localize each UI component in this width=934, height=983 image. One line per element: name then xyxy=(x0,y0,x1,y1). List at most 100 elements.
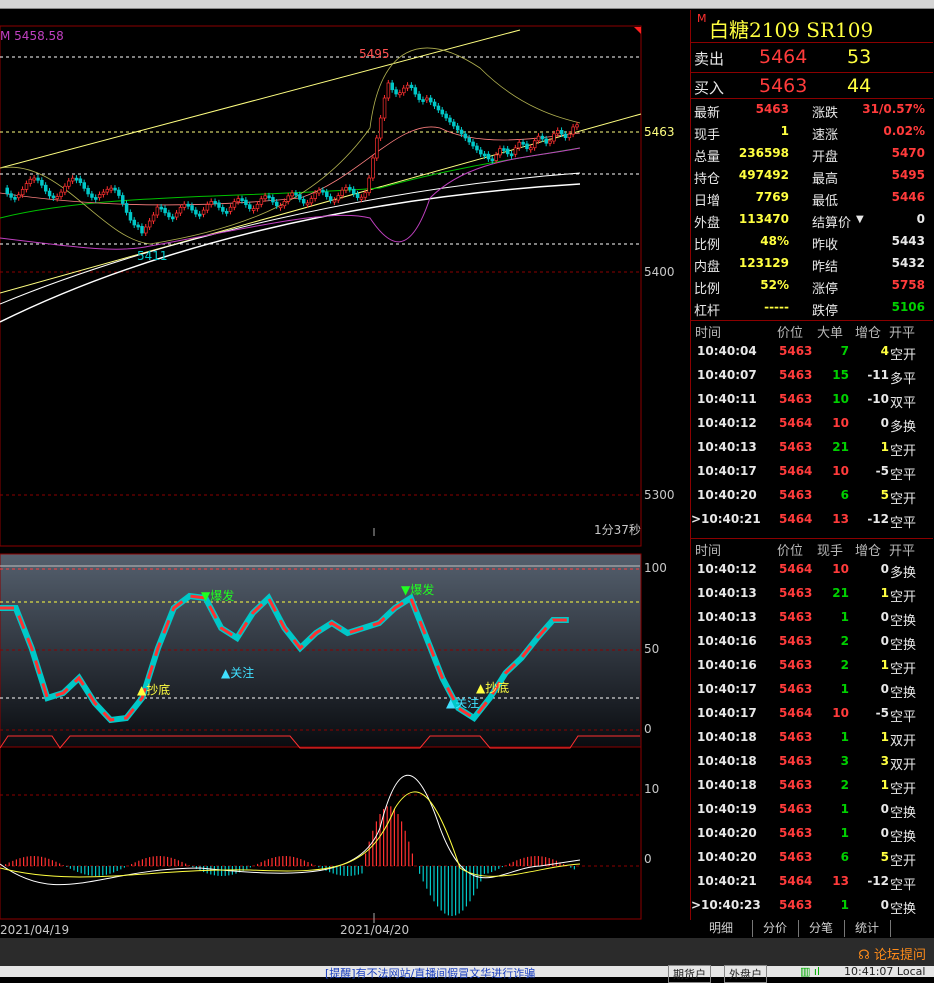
table-header-cell: 时间 xyxy=(695,326,722,341)
candle-body xyxy=(367,177,371,194)
candle-body xyxy=(305,202,310,206)
candle-body xyxy=(348,187,352,190)
candle-body xyxy=(290,192,294,197)
candle-body xyxy=(117,189,121,196)
table-cell: 空平 xyxy=(890,516,917,531)
table-cell: 6 xyxy=(840,850,849,864)
candle-body xyxy=(432,101,437,107)
candle-body xyxy=(163,207,167,214)
table-cell: 10:40:16 xyxy=(697,658,757,672)
candle-body xyxy=(128,212,133,221)
table-cell: 10:40:20 xyxy=(697,488,757,502)
notice-text[interactable]: [提醒]有不法网站/直播间假冒文华进行诈骗 xyxy=(325,965,535,981)
stat-label: 最新 xyxy=(694,106,721,121)
table-cell: 5464 xyxy=(779,874,813,888)
candle-body xyxy=(113,187,117,191)
table-cell: 1 xyxy=(840,898,849,912)
stat-value: 5463 xyxy=(755,102,789,116)
candle-body xyxy=(371,157,375,179)
candle-body xyxy=(20,189,25,196)
stat-label[interactable]: 结算价 xyxy=(812,212,851,231)
table-cell: 13 xyxy=(832,874,849,888)
table-cell: 0 xyxy=(880,562,889,576)
boll-upper xyxy=(0,47,581,245)
main-pane-frame xyxy=(0,25,642,547)
candle-body xyxy=(178,207,183,214)
candle-body xyxy=(525,143,529,149)
candle-body xyxy=(248,204,252,209)
table-cell: 10:40:13 xyxy=(697,586,757,600)
tab-detail[interactable]: 明细 xyxy=(690,920,753,937)
candle-body xyxy=(332,199,337,203)
candle-body xyxy=(440,109,445,115)
stat-label: 昨收 xyxy=(812,238,839,253)
stat-value: 5106 xyxy=(891,300,925,314)
table-cell: 5463 xyxy=(779,826,813,840)
indicator-axis-50: 50 xyxy=(644,642,660,656)
table-cell: 空换 xyxy=(890,686,917,701)
table-cell: 7 xyxy=(840,344,849,358)
candle-body xyxy=(90,193,94,198)
tab-price[interactable]: 分价 xyxy=(752,920,799,937)
candle-body xyxy=(240,198,244,201)
signal-bottom-2: ▲抄底 xyxy=(476,681,510,695)
table-cell: 0 xyxy=(880,826,889,840)
candle-body xyxy=(444,113,448,119)
stat-value: ----- xyxy=(764,300,789,314)
candle-body xyxy=(205,204,210,211)
candle-body xyxy=(159,206,164,210)
candle-body xyxy=(17,194,21,199)
candle-body xyxy=(429,97,433,103)
candle-body xyxy=(313,192,318,199)
clock: 10:41:07 Local xyxy=(844,965,926,978)
candle-body xyxy=(224,211,229,214)
futures-account-button[interactable]: 期货户 xyxy=(668,965,711,983)
forum-link[interactable]: ☊ 论坛提问 xyxy=(858,944,926,963)
candle-body xyxy=(278,205,283,209)
stat-value: 5446 xyxy=(891,190,925,204)
contract-title[interactable]: 白糖2109 SR109 xyxy=(709,14,873,43)
stat-value: 497492 xyxy=(738,168,789,182)
stat-label: 昨结 xyxy=(812,260,839,275)
candle-body xyxy=(275,201,279,207)
table-cell: 空开 xyxy=(890,348,917,363)
stat-label: 最高 xyxy=(812,172,839,187)
table-cell: 空换 xyxy=(890,902,917,917)
stat-value: 5443 xyxy=(891,234,925,248)
table-cell: 5463 xyxy=(779,368,813,382)
candle-body xyxy=(421,99,425,102)
table-cell: 6 xyxy=(840,488,849,502)
price-axis-5400: 5400 xyxy=(644,265,675,279)
candle-body xyxy=(552,133,556,142)
candle-body xyxy=(13,196,17,200)
table-cell: 5464 xyxy=(779,416,813,430)
candle-body xyxy=(359,196,364,200)
table-cell: 10:40:18 xyxy=(697,778,757,792)
candle-body xyxy=(63,185,67,193)
candle-body xyxy=(155,206,160,216)
candle-body xyxy=(132,219,137,226)
candle-body xyxy=(78,178,83,183)
table-cell: 5463 xyxy=(779,658,813,672)
table-cell: 5463 xyxy=(779,898,813,912)
pane-corner-mark xyxy=(634,27,641,34)
candle-body xyxy=(352,188,356,195)
settle-dropdown-icon[interactable]: ▼ xyxy=(856,214,864,225)
tab-trades[interactable]: 分笔 xyxy=(798,920,845,937)
table-cell: 2 xyxy=(840,634,849,648)
candle-body xyxy=(267,195,271,199)
ma-value-label: M 5458.58 xyxy=(0,29,64,43)
table-cell: 10:40:11 xyxy=(697,392,757,406)
quote-panel: M 白糖2109 SR109 卖出 5464 53 买入 5463 44 最新 5… xyxy=(690,10,934,938)
candle-body xyxy=(436,105,441,111)
table-cell: 5463 xyxy=(779,586,813,600)
candle-body xyxy=(467,137,472,143)
signal-icon: ▥ ıl xyxy=(800,965,821,978)
sell-price: 5464 xyxy=(759,46,808,68)
candle-body xyxy=(86,187,90,195)
foreign-account-button[interactable]: 外盘户 xyxy=(724,965,767,983)
kline-chart[interactable] xyxy=(0,8,688,938)
table-cell: 5463 xyxy=(779,778,813,792)
tab-stats[interactable]: 统计 xyxy=(844,920,891,937)
table-cell: 10:40:19 xyxy=(697,802,757,816)
